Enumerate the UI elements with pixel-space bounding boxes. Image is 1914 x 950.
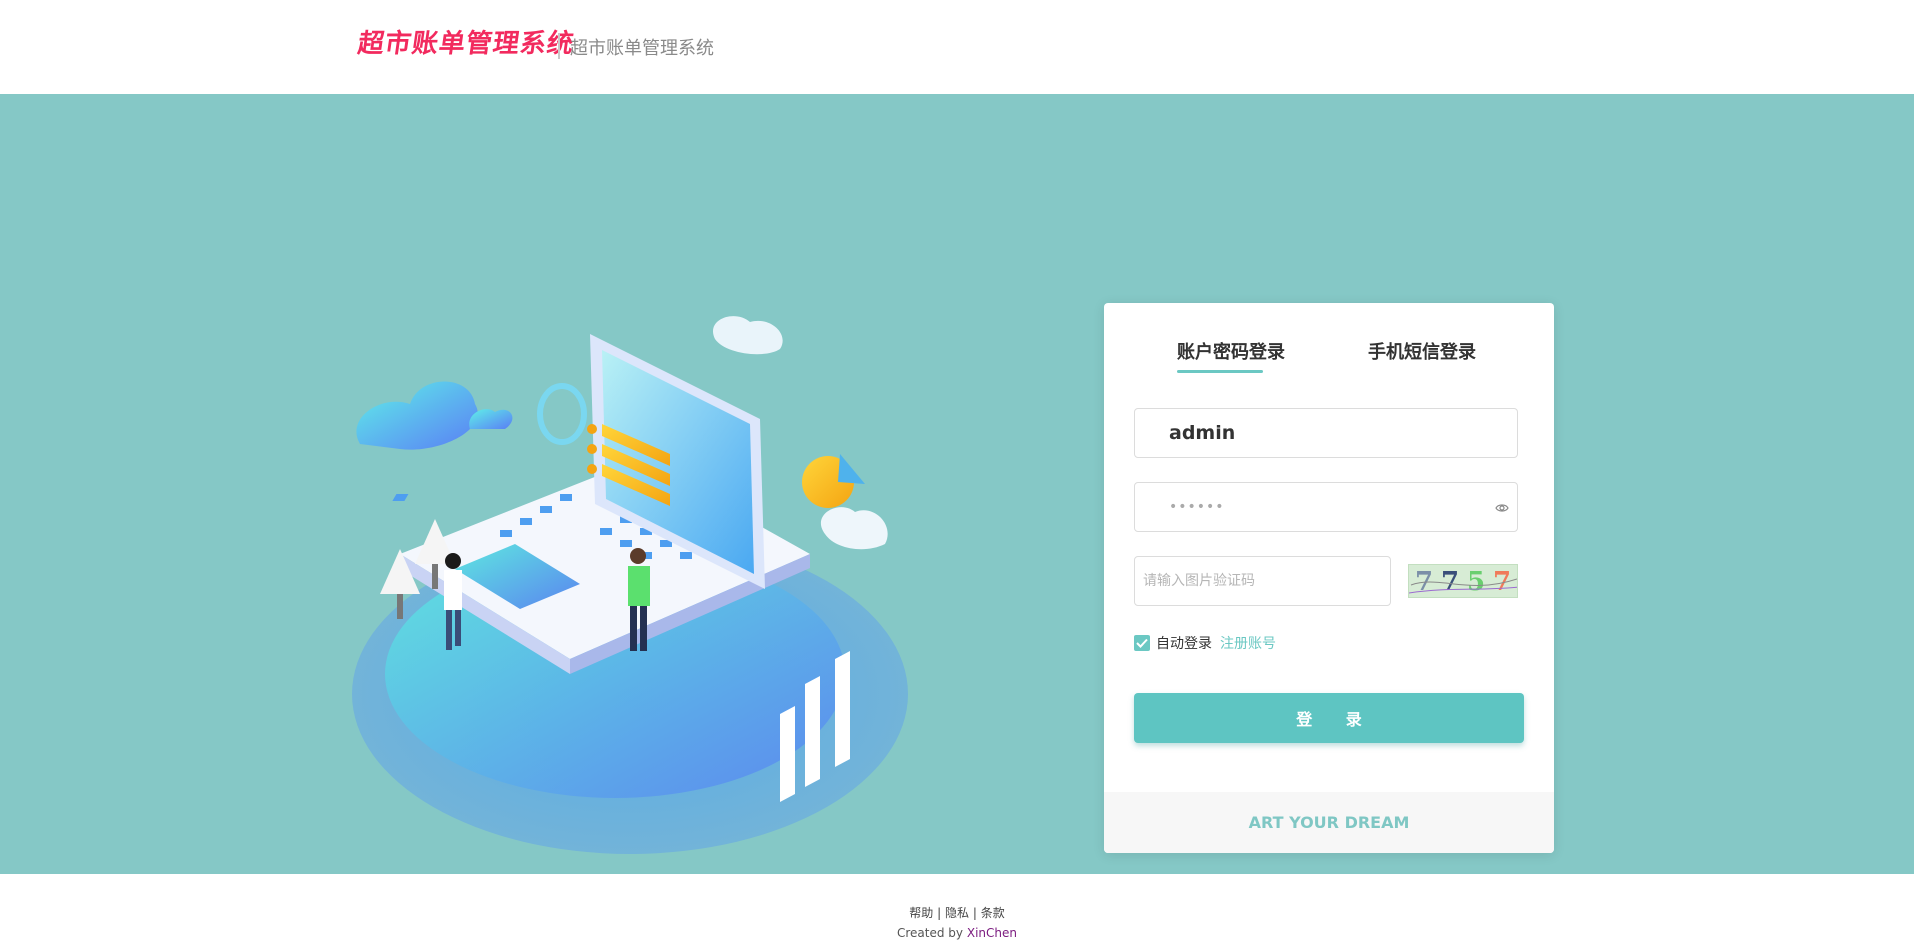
bar-block-2 (805, 676, 820, 787)
username-field (1134, 408, 1518, 458)
person-right-leg (630, 606, 637, 651)
help-link[interactable]: 帮助 (909, 906, 933, 920)
terms-link[interactable]: 条款 (981, 906, 1005, 920)
illustration (352, 316, 908, 854)
active-tab-indicator (1177, 370, 1263, 373)
tab-account-password-login[interactable]: 账户密码登录 (1177, 338, 1285, 364)
credit-line: Created by XinChen (0, 926, 1914, 940)
login-card: 账户密码登录 手机短信登录 7 7 5 7 (1104, 303, 1554, 853)
logo-divider (558, 33, 560, 59)
bar-block-1 (780, 706, 795, 802)
captcha-field (1134, 556, 1391, 606)
header: 超市账单管理系统 超市账单管理系统 (0, 0, 1914, 94)
logo[interactable]: 超市账单管理系统 (355, 24, 577, 64)
footer-links: 帮助 | 隐私 | 条款 (0, 904, 1914, 921)
screen-dot-2 (587, 444, 597, 454)
check-icon (1136, 638, 1148, 648)
separator: | (937, 906, 945, 920)
separator: | (972, 906, 981, 920)
password-field (1134, 482, 1518, 532)
person-left-body (444, 570, 462, 610)
password-input[interactable] (1135, 483, 1517, 531)
auto-login-row: 自动登录 注册账号 (1134, 633, 1276, 653)
captcha-noise (1409, 578, 1517, 594)
cloud-top-right (713, 316, 783, 355)
person-right-head (630, 548, 646, 564)
register-link[interactable]: 注册账号 (1220, 633, 1276, 653)
person-left-head (445, 553, 461, 569)
person-left-leg (446, 610, 452, 650)
person-left-leg2 (455, 610, 461, 646)
main-area: 账户密码登录 手机短信登录 7 7 5 7 (0, 94, 1914, 874)
privacy-link[interactable]: 隐私 (945, 906, 969, 920)
person-right-body (628, 566, 650, 606)
tab-sms-login[interactable]: 手机短信登录 (1368, 338, 1476, 364)
page-footer: 帮助 | 隐私 | 条款 Created by XinChen (0, 874, 1914, 950)
cloud-left (356, 381, 478, 450)
floating-ring (537, 383, 587, 445)
bar-block-3 (835, 651, 850, 767)
auto-login-checkbox[interactable] (1134, 635, 1150, 651)
username-input[interactable] (1135, 409, 1517, 457)
site-title: 超市账单管理系统 (570, 38, 714, 59)
screen-dot-1 (587, 424, 597, 434)
login-button[interactable]: 登 录 (1134, 693, 1524, 743)
eye-icon[interactable] (1495, 501, 1509, 515)
tree-trunk-2 (432, 564, 438, 589)
cloud-right (820, 507, 888, 550)
captcha-image[interactable]: 7 7 5 7 (1408, 564, 1518, 598)
screen-dot-3 (587, 464, 597, 474)
card-slogan: ART YOUR DREAM (1104, 792, 1554, 853)
credit-prefix: Created by (897, 926, 964, 940)
captcha-input[interactable] (1135, 557, 1390, 605)
author-link[interactable]: XinChen (967, 926, 1017, 940)
pie-slice (838, 454, 865, 484)
person-right-leg2 (640, 606, 647, 651)
auto-login-label: 自动登录 (1156, 636, 1212, 652)
tree-trunk-1 (397, 594, 403, 619)
